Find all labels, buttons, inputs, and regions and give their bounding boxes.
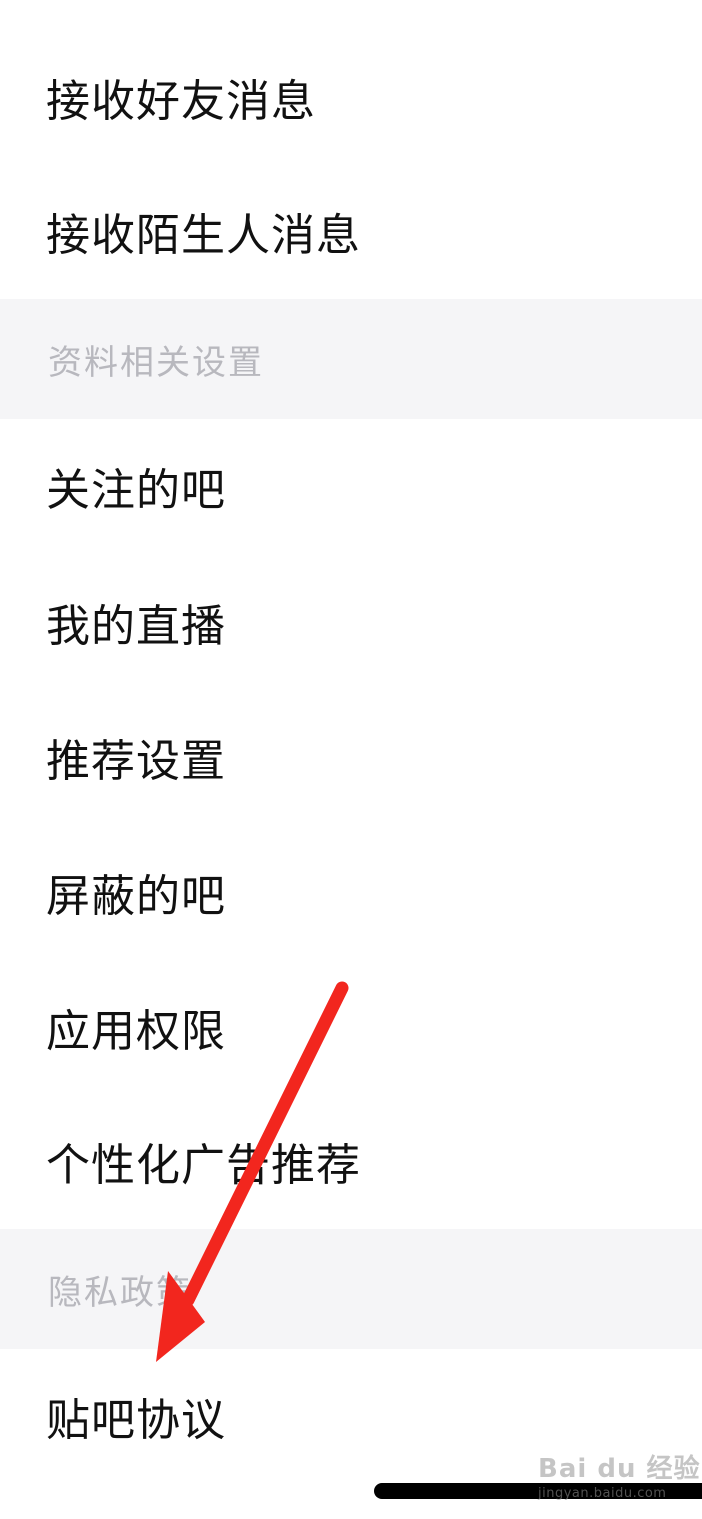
setting-row-followed-bars[interactable]: 关注的吧 xyxy=(0,419,702,553)
setting-row-receive-stranger-messages[interactable]: 接收陌生人消息 xyxy=(0,164,702,298)
section-header-privacy: 隐私政策 xyxy=(0,1229,702,1349)
setting-row-blocked-bars[interactable]: 屏蔽的吧 xyxy=(0,825,702,959)
setting-row-app-permissions[interactable]: 应用权限 xyxy=(0,960,702,1094)
setting-row-my-live[interactable]: 我的直播 xyxy=(0,555,702,689)
setting-row-label: 我的直播 xyxy=(46,601,226,652)
setting-row-receive-friend-messages[interactable]: 接收好友消息 xyxy=(0,30,702,164)
section-header-label: 资料相关设置 xyxy=(48,342,264,383)
section-header-label: 隐私政策 xyxy=(48,1272,192,1313)
setting-row-label: 接收陌生人消息 xyxy=(46,210,361,261)
setting-row-label: 推荐设置 xyxy=(46,736,226,787)
setting-row-label: 接收好友消息 xyxy=(46,76,316,127)
baidu-jingyan-watermark: Bai du 经验 jingyan.baidu.com xyxy=(534,1442,702,1512)
settings-screen: 接收好友消息 接收陌生人消息 资料相关设置 关注的吧 我的直播 推荐设置 屏蔽的… xyxy=(0,0,702,1519)
setting-row-label: 关注的吧 xyxy=(46,465,226,516)
setting-row-label: 个性化广告推荐 xyxy=(46,1140,361,1191)
setting-row-label: 贴吧协议 xyxy=(46,1395,226,1446)
setting-row-personalized-ads[interactable]: 个性化广告推荐 xyxy=(0,1094,702,1228)
watermark-logo-text: Bai du 经验 xyxy=(538,1454,701,1484)
setting-row-label: 屏蔽的吧 xyxy=(46,871,226,922)
setting-row-label: 应用权限 xyxy=(46,1006,226,1057)
setting-row-recommendation-settings[interactable]: 推荐设置 xyxy=(0,690,702,824)
watermark-url: jingyan.baidu.com xyxy=(538,1486,667,1501)
section-header-profile: 资料相关设置 xyxy=(0,299,702,419)
